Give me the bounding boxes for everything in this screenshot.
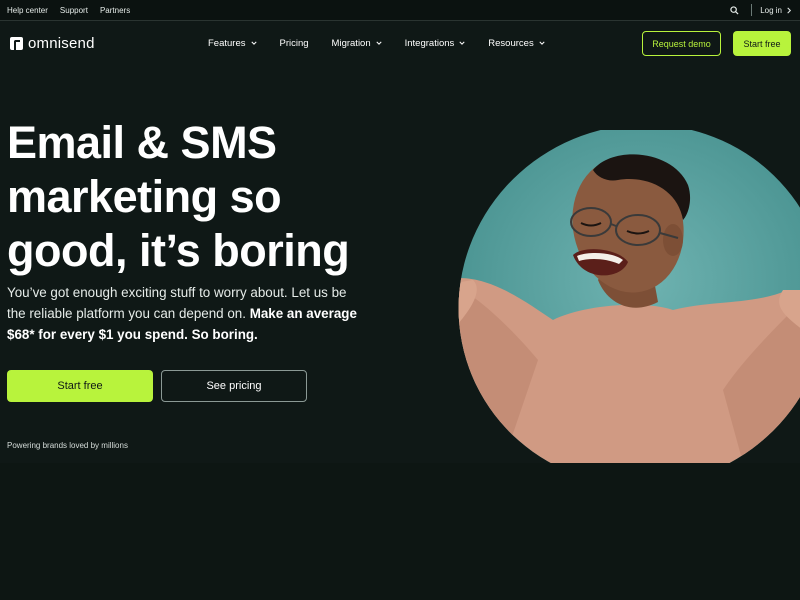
nav-item-integrations[interactable]: Integrations: [405, 38, 466, 49]
start-free-button[interactable]: Start free: [7, 370, 153, 402]
start-free-nav-button[interactable]: Start free: [733, 31, 791, 56]
hero-subtitle: You’ve got enough exciting stuff to worr…: [7, 282, 367, 345]
utility-links: Help center Support Partners: [0, 6, 130, 15]
support-link[interactable]: Support: [60, 6, 88, 15]
utility-right: Log in: [723, 0, 800, 21]
powering-brands-text: Powering brands loved by millions: [7, 441, 128, 450]
chevron-down-icon: [376, 41, 382, 45]
login-link[interactable]: Log in: [760, 6, 792, 15]
search-icon[interactable]: [723, 0, 745, 21]
nav-item-label: Migration: [331, 37, 371, 49]
nav-item-pricing[interactable]: Pricing: [280, 38, 309, 49]
utility-bar: Help center Support Partners Log in: [0, 0, 800, 21]
hero-title-line: good, it’s boring: [7, 225, 350, 276]
nav-item-label: Features: [208, 37, 246, 49]
nav-item-features[interactable]: Features: [208, 38, 257, 49]
hero-title-line: marketing so: [7, 171, 282, 222]
chevron-down-icon: [250, 41, 257, 45]
nav-item-label: Resources: [488, 37, 534, 49]
request-demo-button[interactable]: Request demo: [642, 31, 721, 56]
brand-logo[interactable]: omnisend: [10, 35, 95, 52]
nav-item-migration[interactable]: Migration: [332, 38, 382, 49]
hero-title-line: Email & SMS: [7, 117, 277, 168]
lower-section: [0, 463, 800, 600]
chevron-down-icon: [459, 41, 465, 45]
brand-name: omnisend: [28, 35, 95, 52]
chevron-down-icon: [539, 41, 545, 45]
nav-menu: Features Pricing Migration Integrations …: [208, 22, 545, 64]
nav-item-resources[interactable]: Resources: [488, 37, 545, 49]
hero-title: Email & SMS marketing so good, it’s bori…: [7, 116, 427, 278]
main-nav: omnisend Features Pricing Migration Inte…: [0, 22, 800, 64]
hero-image: [443, 130, 800, 463]
omnisend-logo-icon: [10, 37, 23, 50]
see-pricing-button[interactable]: See pricing: [161, 370, 307, 402]
utility-divider: [751, 4, 753, 16]
help-center-link[interactable]: Help center: [7, 6, 48, 15]
chevron-right-icon: [787, 7, 792, 13]
partners-link[interactable]: Partners: [100, 6, 130, 15]
nav-item-label: Integrations: [404, 37, 455, 49]
login-label: Log in: [760, 5, 782, 15]
nav-item-label: Pricing: [279, 37, 309, 49]
